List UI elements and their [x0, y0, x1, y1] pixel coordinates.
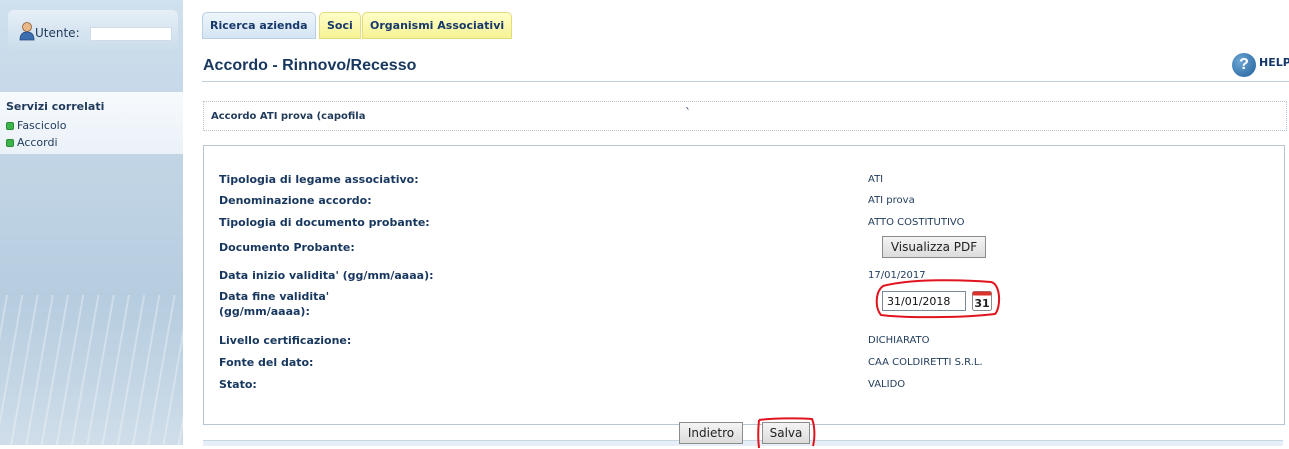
row-label-documento-probante: Documento Probante:	[219, 241, 355, 254]
sidebar-item-fascicolo[interactable]: Fascicolo	[6, 119, 66, 132]
row-value-fonte: CAA COLDIRETTI S.R.L.	[868, 357, 983, 368]
back-button[interactable]: Indietro	[679, 422, 743, 444]
detail-panel: Tipologia di legame associativo: ATI Den…	[203, 145, 1285, 425]
help-link[interactable]: HELP	[1259, 56, 1289, 69]
row-label-data-inizio: Data inizio validita' (gg/mm/aaaa):	[219, 269, 434, 282]
row-value-stato: VALIDO	[868, 379, 906, 390]
row-label-livello: Livello certificazione:	[219, 334, 352, 347]
user-name-field	[90, 27, 172, 41]
sidebar-item-accordi[interactable]: Accordi	[6, 136, 58, 149]
save-highlight-annotation	[757, 417, 816, 449]
accordo-header: Accordo ATI prova (capofila `	[203, 101, 1287, 131]
user-icon	[19, 22, 35, 41]
date-highlight-annotation	[875, 279, 1001, 319]
row-label-tipologia-documento: Tipologia di documento probante:	[219, 216, 430, 229]
tab-ricerca-azienda[interactable]: Ricerca azienda	[202, 12, 316, 39]
status-dot-icon	[6, 122, 14, 130]
action-bar	[203, 440, 1283, 446]
user-box: Utente:	[8, 10, 178, 54]
accordo-mark: `	[685, 106, 691, 120]
row-value-tipologia-documento: ATTO COSTITUTIVO	[868, 217, 965, 228]
user-label: Utente:	[35, 26, 80, 40]
row-label-data-fine-format: (gg/mm/aaaa):	[219, 305, 310, 318]
row-label-tipologia-legame: Tipologia di legame associativo:	[219, 173, 419, 186]
page-title: Accordo - Rinnovo/Recesso	[203, 57, 417, 74]
row-label-stato: Stato:	[219, 378, 257, 391]
sidebar-item-label: Fascicolo	[17, 119, 67, 132]
row-label-denominazione: Denominazione accordo:	[219, 194, 372, 207]
row-label-fonte: Fonte del dato:	[219, 356, 314, 369]
row-value-livello: DICHIARATO	[868, 335, 930, 346]
view-pdf-button[interactable]: Visualizza PDF	[882, 236, 986, 258]
title-divider	[202, 81, 1289, 82]
tab-organismi-associativi[interactable]: Organismi Associativi	[362, 12, 513, 39]
related-services: Servizi correlati Fascicolo Accordi	[0, 92, 183, 154]
accordo-name: Accordo ATI prova (capofila	[211, 111, 366, 122]
help-icon[interactable]: ?	[1232, 53, 1256, 77]
tab-soci[interactable]: Soci	[319, 12, 361, 39]
status-dot-icon	[6, 139, 14, 147]
sidebar-item-label: Accordi	[17, 136, 58, 149]
row-label-data-fine: Data fine validita'	[219, 290, 330, 303]
related-services-title: Servizi correlati	[6, 100, 105, 113]
sidebar: Utente: Servizi correlati Fascicolo Acco…	[0, 0, 183, 445]
row-value-tipologia-legame: ATI	[868, 174, 884, 185]
row-value-denominazione: ATI prova	[868, 195, 915, 206]
